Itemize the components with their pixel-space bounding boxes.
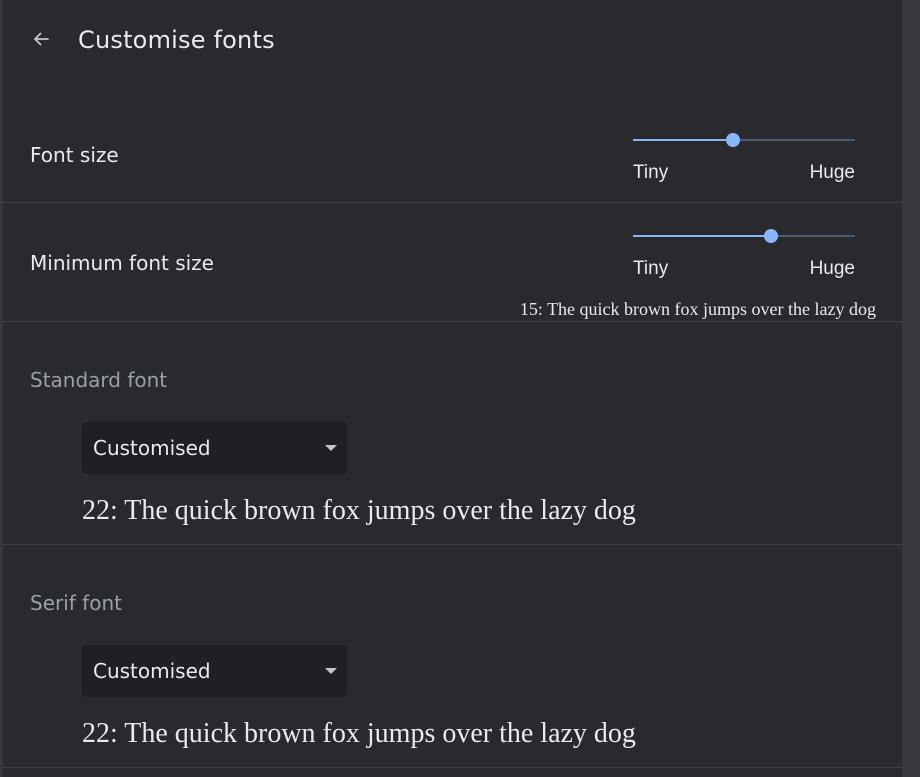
divider	[3, 321, 902, 322]
minimum-font-size-min-label: Tiny	[633, 258, 669, 279]
back-button[interactable]	[27, 25, 55, 53]
minimum-font-size-slider[interactable]	[633, 226, 855, 246]
caret-down-icon	[325, 445, 337, 451]
standard-font-title: Standard font	[30, 368, 168, 392]
slider-fill	[633, 235, 771, 237]
minimum-font-size-max-label: Huge	[809, 258, 855, 279]
page-title: Customise fonts	[78, 26, 275, 54]
font-size-slider[interactable]	[633, 130, 855, 150]
font-size-max-label: Huge	[809, 162, 855, 183]
arrow-left-icon	[34, 32, 49, 46]
divider	[3, 202, 902, 203]
serif-font-selected-value: Customised	[93, 659, 211, 683]
serif-font-title: Serif font	[30, 591, 122, 615]
slider-knob[interactable]	[726, 133, 740, 147]
standard-font-selected-value: Customised	[93, 436, 211, 460]
divider	[3, 544, 902, 545]
standard-font-sample: 22: The quick brown fox jumps over the l…	[82, 495, 636, 526]
font-size-min-label: Tiny	[633, 162, 669, 183]
serif-font-select[interactable]: Customised	[82, 645, 347, 697]
caret-down-icon	[325, 668, 337, 674]
minimum-font-size-preview: 15: The quick brown fox jumps over the l…	[519, 299, 876, 319]
settings-panel: Customise fonts Font size Tiny Huge Mini…	[3, 0, 902, 777]
font-size-label: Font size	[30, 143, 119, 167]
page-header: Customise fonts	[3, 0, 902, 80]
minimum-font-size-label: Minimum font size	[30, 251, 214, 275]
standard-font-select[interactable]: Customised	[82, 422, 347, 474]
divider	[3, 767, 902, 768]
slider-knob[interactable]	[764, 229, 778, 243]
slider-fill	[633, 139, 733, 141]
serif-font-sample: 22: The quick brown fox jumps over the l…	[82, 718, 636, 749]
